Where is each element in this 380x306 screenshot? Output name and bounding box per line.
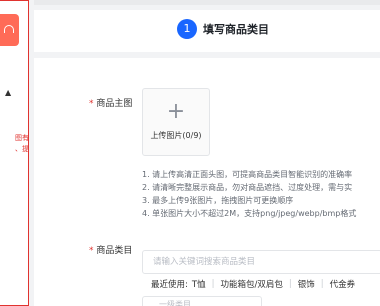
main-image-label: * 商品主图 — [89, 96, 132, 109]
caret-up-icon[interactable]: ▲ — [5, 89, 11, 97]
left-panel: ▲ 图有 、提 — [0, 0, 29, 306]
plus-icon: + — [166, 99, 186, 124]
recent-item-tshirt[interactable]: T恤 — [192, 278, 206, 290]
divider: | — [288, 279, 292, 289]
left-panel-tip: 图有 、提 — [15, 134, 29, 153]
tip-line: 4. 单张图片大小不超过2M，支持png/jpeg/webp/bmp格式 — [142, 209, 357, 218]
tip-line: 3. 最多上传9张图片，拖拽图片可更换顺序 — [142, 196, 294, 205]
template-thumbnail[interactable] — [0, 14, 19, 46]
recent-item-voucher[interactable]: 代金券 — [330, 278, 356, 290]
recent-categories: 最近使用: T恤 | 功能箱包/双肩包 | 银饰 | 代金券 — [151, 278, 355, 290]
tip-line: 1. 请上传高清正面头图，可提高商品类目智能识别的准确率 — [142, 170, 353, 179]
category-search-input[interactable] — [142, 250, 380, 274]
step-header: 1 填写商品类目 — [34, 10, 380, 52]
divider: | — [211, 279, 215, 289]
divider: | — [320, 279, 324, 289]
category-label: * 商品类目 — [89, 243, 132, 256]
tip-line: 2. 请清晰完整展示商品，勿对商品遮挡、过度处理，需与实 — [142, 183, 353, 192]
category-label-text: 商品类目 — [96, 246, 133, 256]
upload-image-label: 上传图片(0/9) — [150, 131, 202, 140]
step-number-badge: 1 — [177, 19, 197, 39]
form-card: * 商品主图 + 上传图片(0/9) 1. 请上传高清正面头图，可提高商品类目智… — [34, 58, 380, 306]
step-title: 填写商品类目 — [203, 23, 269, 36]
required-mark: * — [89, 99, 94, 109]
top-strip — [34, 0, 380, 5]
upload-image-button[interactable]: + 上传图片(0/9) — [142, 88, 210, 156]
thumbnail-icon — [4, 25, 14, 33]
recent-label: 最近使用: — [151, 280, 188, 290]
recent-item-silver[interactable]: 银饰 — [298, 278, 315, 290]
required-mark: * — [89, 246, 94, 256]
main-image-label-text: 商品主图 — [96, 99, 133, 109]
upload-tips: 1. 请上传高清正面头图，可提高商品类目智能识别的准确率 2. 请清晰完整展示商… — [142, 168, 380, 220]
page-stage: ▲ 图有 、提 1 填写商品类目 * 商品主图 + 上传图片(0/9) 1. 请… — [0, 0, 380, 306]
recent-item-backpack[interactable]: 功能箱包/双肩包 — [220, 278, 282, 290]
first-level-category-list[interactable]: 一级类目 — [142, 296, 262, 306]
